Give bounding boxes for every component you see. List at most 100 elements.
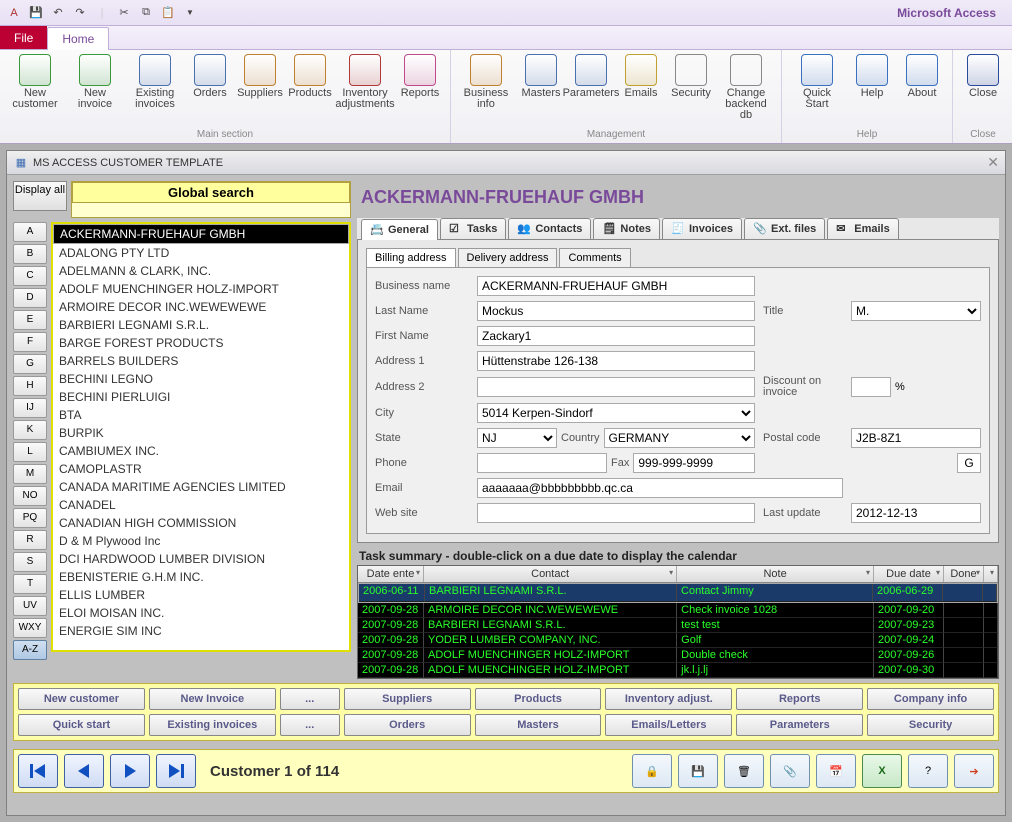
calendar-button[interactable]: 📅	[816, 754, 856, 788]
nav-last-button[interactable]	[156, 754, 196, 788]
customer-list[interactable]: ACKERMANN-FRUEHAUF GMBHADALONG PTY LTDAD…	[51, 222, 351, 652]
ribbon-products[interactable]: Products	[286, 52, 334, 127]
tab-invoices[interactable]: 🧾Invoices	[662, 218, 742, 239]
action-reports[interactable]: Reports	[736, 688, 863, 710]
list-item[interactable]: CANADIAN HIGH COMMISSION	[53, 514, 349, 532]
phone-input[interactable]	[477, 453, 607, 473]
action--[interactable]: ...	[280, 688, 340, 710]
state-select[interactable]: NJ	[477, 428, 557, 448]
list-item[interactable]: D & M Plywood Inc	[53, 532, 349, 550]
col-contact[interactable]: Contact	[424, 566, 677, 582]
az-f[interactable]: F	[13, 332, 47, 352]
list-item[interactable]: BARGE FOREST PRODUCTS	[53, 334, 349, 352]
subtab-billing[interactable]: Billing address	[366, 248, 456, 267]
list-item[interactable]: CANADEL	[53, 496, 349, 514]
web-input[interactable]	[477, 503, 755, 523]
az-h[interactable]: H	[13, 376, 47, 396]
subtab-comments[interactable]: Comments	[559, 248, 630, 267]
list-item[interactable]: ADOLF MUENCHINGER HOLZ-IMPORT	[53, 280, 349, 298]
az-e[interactable]: E	[13, 310, 47, 330]
copy-icon[interactable]: ⧉	[138, 5, 154, 21]
az-no[interactable]: NO	[13, 486, 47, 506]
tab-emails[interactable]: ✉Emails	[827, 218, 898, 239]
list-item[interactable]: BARRELS BUILDERS	[53, 352, 349, 370]
task-row[interactable]: 2007-09-28ARMOIRE DECOR INC.WEWEWEWEChec…	[358, 603, 998, 618]
col-note[interactable]: Note	[677, 566, 874, 582]
email-input[interactable]	[477, 478, 843, 498]
task-table[interactable]: Date ente Contact Note Due date Done 200…	[357, 565, 999, 679]
ribbon-new-customer[interactable]: New customer	[6, 52, 64, 127]
task-row[interactable]: 2007-09-28YODER LUMBER COMPANY, INC.Golf…	[358, 633, 998, 648]
action-suppliers[interactable]: Suppliers	[344, 688, 471, 710]
lastupd-input[interactable]	[851, 503, 981, 523]
tab-general[interactable]: 📇General	[361, 219, 438, 240]
ribbon-tab-home[interactable]: Home	[47, 27, 109, 50]
az-uv[interactable]: UV	[13, 596, 47, 616]
az-d[interactable]: D	[13, 288, 47, 308]
action-masters[interactable]: Masters	[475, 714, 602, 736]
fax-input[interactable]	[633, 453, 755, 473]
ribbon-change-backend-db[interactable]: Change backend db	[717, 52, 775, 127]
col-date[interactable]: Date ente	[358, 566, 424, 582]
list-item[interactable]: ELLIS LUMBER	[53, 586, 349, 604]
attach-button[interactable]: 📎	[770, 754, 810, 788]
nav-first-button[interactable]	[18, 754, 58, 788]
az-t[interactable]: T	[13, 574, 47, 594]
az-b[interactable]: B	[13, 244, 47, 264]
undo-icon[interactable]: ↶	[50, 5, 66, 21]
action-emails-letters[interactable]: Emails/Letters	[605, 714, 732, 736]
title-select[interactable]: M.	[851, 301, 981, 321]
ribbon-tab-file[interactable]: File	[0, 26, 47, 49]
ribbon-inventory-adjustments[interactable]: Inventory adjustments	[336, 52, 394, 127]
task-row[interactable]: 2007-09-28BARBIERI LEGNAMI S.R.L.test te…	[358, 618, 998, 633]
az-r[interactable]: R	[13, 530, 47, 550]
ribbon-orders[interactable]: Orders	[186, 52, 234, 127]
az-m[interactable]: M	[13, 464, 47, 484]
list-item[interactable]: ACKERMANN-FRUEHAUF GMBH	[53, 224, 349, 244]
list-item[interactable]: DCI HARDWOOD LUMBER DIVISION	[53, 550, 349, 568]
az-a[interactable]: A	[13, 222, 47, 242]
list-item[interactable]: BTA	[53, 406, 349, 424]
address1-input[interactable]	[477, 351, 755, 371]
ribbon-help[interactable]: Help	[848, 52, 896, 127]
ribbon-security[interactable]: Security	[667, 52, 715, 127]
discount-input[interactable]	[851, 377, 891, 397]
display-all-button[interactable]: Display all	[13, 181, 67, 211]
action-products[interactable]: Products	[475, 688, 602, 710]
subtab-delivery[interactable]: Delivery address	[458, 248, 558, 267]
nav-next-button[interactable]	[110, 754, 150, 788]
list-item[interactable]: EBENISTERIE G.H.M INC.	[53, 568, 349, 586]
action-company-info[interactable]: Company info	[867, 688, 994, 710]
task-row[interactable]: 2006-06-11BARBIERI LEGNAMI S.R.L.Contact…	[358, 583, 998, 603]
az-k[interactable]: K	[13, 420, 47, 440]
action--[interactable]: ...	[280, 714, 340, 736]
list-item[interactable]: BECHINI PIERLUIGI	[53, 388, 349, 406]
ribbon-about[interactable]: About	[898, 52, 946, 127]
list-item[interactable]: ADELMANN & CLARK, INC.	[53, 262, 349, 280]
az-g[interactable]: G	[13, 354, 47, 374]
ribbon-close[interactable]: Close	[959, 52, 1007, 127]
postal-input[interactable]	[851, 428, 981, 448]
action-inventory-adjust-[interactable]: Inventory adjust.	[605, 688, 732, 710]
qat-dropdown-icon[interactable]: ▼	[182, 5, 198, 21]
ribbon-reports[interactable]: Reports	[396, 52, 444, 127]
ribbon-new-invoice[interactable]: New invoice	[66, 52, 124, 127]
action-quick-start[interactable]: Quick start	[18, 714, 145, 736]
list-item[interactable]: ARMOIRE DECOR INC.WEWEWEWE	[53, 298, 349, 316]
action-new-invoice[interactable]: New Invoice	[149, 688, 276, 710]
first-name-input[interactable]	[477, 326, 755, 346]
az-pq[interactable]: PQ	[13, 508, 47, 528]
col-done[interactable]: Done	[944, 566, 984, 582]
col-due[interactable]: Due date	[874, 566, 944, 582]
az-l[interactable]: L	[13, 442, 47, 462]
task-row[interactable]: 2007-09-28ADOLF MUENCHINGER HOLZ-IMPORTD…	[358, 648, 998, 663]
tab-tasks[interactable]: ☑Tasks	[440, 218, 506, 239]
tab-ext-files[interactable]: 📎Ext. files	[744, 218, 825, 239]
az-wxy[interactable]: WXY	[13, 618, 47, 638]
global-search-input[interactable]	[72, 203, 350, 217]
action-parameters[interactable]: Parameters	[736, 714, 863, 736]
ribbon-suppliers[interactable]: Suppliers	[236, 52, 284, 127]
action-security[interactable]: Security	[867, 714, 994, 736]
ribbon-parameters[interactable]: Parameters	[567, 52, 615, 127]
az-c[interactable]: C	[13, 266, 47, 286]
